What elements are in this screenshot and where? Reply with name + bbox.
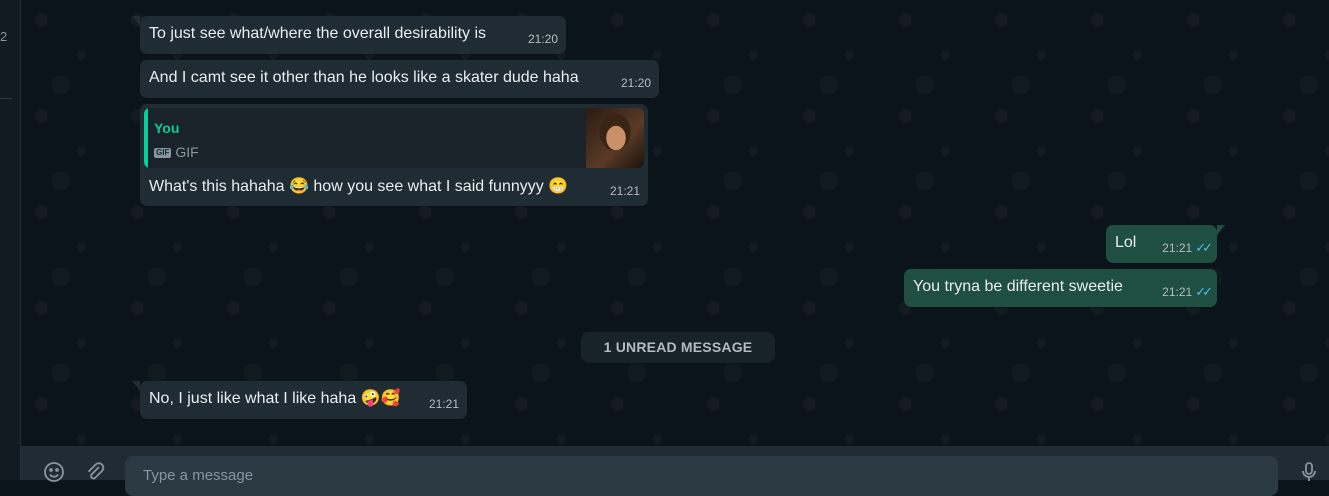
chat-list-fragment-text: 2 <box>0 29 8 44</box>
bubble-tail <box>132 16 140 26</box>
message-bubble-outgoing[interactable]: Lol 21:21 ✓✓ <box>1106 225 1225 263</box>
message-status: 21:21 ✓✓ <box>1162 281 1213 303</box>
message-text: To just see what/where the overall desir… <box>149 25 487 42</box>
attach-icon[interactable] <box>83 460 107 484</box>
message-time: 21:20 <box>620 76 651 90</box>
microphone-icon[interactable] <box>1297 460 1321 484</box>
message-time: 21:20 <box>527 32 558 46</box>
bubble-tail <box>1217 225 1225 235</box>
quoted-media-label: GIF GIF <box>154 142 199 163</box>
message-time: 21:21 <box>428 397 459 411</box>
message-composer: Type a message <box>21 446 1329 496</box>
message-bubble-outgoing[interactable]: You tryna be different sweetie 21:21 ✓✓ <box>904 269 1217 307</box>
message-text: You tryna be different sweetie <box>913 278 1123 295</box>
quoted-message[interactable]: You GIF GIF <box>144 108 644 168</box>
message-list[interactable]: To just see what/where the overall desir… <box>21 0 1329 446</box>
quoted-media-type: GIF <box>175 144 199 160</box>
message-time: 21:21 <box>609 184 640 198</box>
message-bubble-incoming-reply[interactable]: You GIF GIF What's this hahaha 😂 how you… <box>140 104 648 206</box>
message-status: 21:21 ✓✓ <box>1162 237 1213 259</box>
quoted-author: You <box>154 120 180 136</box>
message-text: What's this hahaha 😂 how you see what I … <box>149 178 569 195</box>
bubble-tail <box>132 381 140 391</box>
message-bubble-incoming[interactable]: And I camt see it other than he looks li… <box>140 60 659 98</box>
message-text: No, I just like what I like haha 🤪🥰 <box>149 390 401 407</box>
unread-messages-divider: 1 UNREAD MESSAGE <box>581 332 775 363</box>
message-text: Lol <box>1115 234 1137 251</box>
message-time: 21:21 <box>1162 285 1193 299</box>
emoji-icon[interactable] <box>42 460 66 484</box>
double-check-icon: ✓✓ <box>1195 240 1213 255</box>
chat-list-divider <box>0 98 12 99</box>
chat-list-edge: 2 <box>0 0 21 480</box>
message-bubble-incoming[interactable]: To just see what/where the overall desir… <box>132 16 566 54</box>
gif-icon: GIF <box>154 147 172 158</box>
message-bubble-incoming[interactable]: No, I just like what I like haha 🤪🥰 21:2… <box>132 381 467 419</box>
message-input-placeholder: Type a message <box>143 467 254 484</box>
gif-thumbnail[interactable] <box>586 108 644 168</box>
message-time: 21:21 <box>1162 241 1193 255</box>
message-text: And I camt see it other than he looks li… <box>149 69 579 86</box>
quote-accent-bar <box>144 108 148 168</box>
double-check-icon: ✓✓ <box>1195 284 1213 299</box>
message-input[interactable]: Type a message <box>125 456 1278 496</box>
